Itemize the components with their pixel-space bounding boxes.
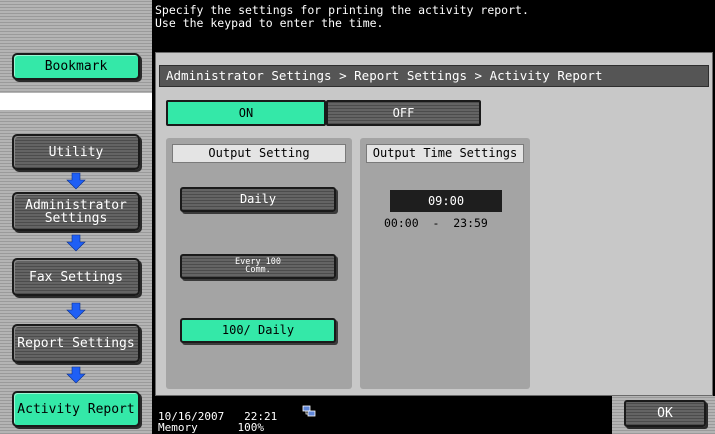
on-button[interactable]: ON (166, 100, 326, 126)
output-time-title: Output Time Settings (366, 144, 524, 163)
left-navigation: Bookmark Utility Administrator Settings … (0, 0, 152, 434)
output-setting-panel: Output Setting Daily Every 100 Comm. 100… (166, 138, 352, 389)
down-arrow-icon (66, 302, 86, 320)
sidebar-item-administrator-settings[interactable]: Administrator Settings (12, 192, 140, 231)
network-icon (302, 405, 316, 417)
status-memory: Memory 100% (158, 421, 264, 434)
output-time-panel: Output Time Settings 09:00 00:00 - 23:59 (360, 138, 530, 389)
ok-button[interactable]: OK (624, 400, 706, 427)
settings-panel: Administrator Settings > Report Settings… (155, 52, 713, 396)
off-button[interactable]: OFF (326, 100, 481, 126)
nav-divider (0, 93, 152, 110)
output-setting-title: Output Setting (172, 144, 346, 163)
daily-button[interactable]: Daily (180, 187, 336, 212)
time-range-hint: 00:00 - 23:59 (384, 216, 488, 230)
every-100-comm-button[interactable]: Every 100 Comm. (180, 254, 336, 279)
breadcrumb: Administrator Settings > Report Settings… (159, 65, 709, 87)
sidebar-item-report-settings[interactable]: Report Settings (12, 324, 140, 363)
instruction-message: Specify the settings for printing the ac… (155, 3, 529, 30)
down-arrow-icon (66, 234, 86, 252)
sidebar-item-activity-report[interactable]: Activity Report (12, 391, 140, 427)
down-arrow-icon (66, 366, 86, 384)
sidebar-item-fax-settings[interactable]: Fax Settings (12, 258, 140, 296)
down-arrow-icon (66, 172, 86, 190)
sidebar-item-utility[interactable]: Utility (12, 134, 140, 170)
time-input[interactable]: 09:00 (390, 190, 502, 212)
bookmark-button[interactable]: Bookmark (12, 53, 140, 80)
100-daily-button[interactable]: 100/ Daily (180, 318, 336, 343)
copier-panel-screen: Bookmark Utility Administrator Settings … (0, 0, 715, 434)
